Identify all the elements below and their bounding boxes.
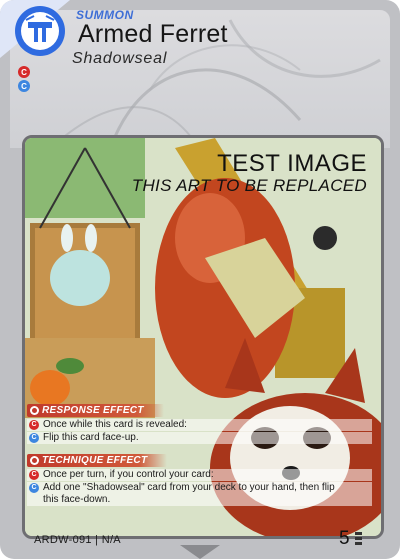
response-effect-header: RESPONSE EFFECT	[27, 404, 164, 417]
technique-effect-action: C Add one "Shadowseal" card from your de…	[27, 482, 372, 494]
card-bottom-notch	[180, 545, 220, 559]
response-effect-label: RESPONSE EFFECT	[42, 405, 144, 416]
cost-icons: C C	[18, 66, 32, 94]
action-blue-icon: C	[29, 433, 39, 443]
response-condition-text: Once while this card is revealed:	[43, 419, 187, 430]
technique-effect-condition: C Once per turn, if you control your car…	[27, 469, 372, 481]
response-effect-condition: C Once while this card is revealed:	[27, 419, 372, 431]
response-effect-action: C Flip this card face-up.	[27, 432, 372, 444]
technique-action-text: Add one "Shadowseal" card from your deck…	[43, 482, 335, 493]
technique-effect-icon	[30, 456, 39, 465]
condition-red-icon: C	[29, 420, 39, 430]
art-placeholder-subtitle: THIS ART TO BE REPLACED	[131, 176, 367, 195]
technique-effect-header: TECHNIQUE EFFECT	[27, 454, 168, 467]
technique-condition-text: Once per turn, if you control your card:	[43, 469, 214, 480]
response-effect-icon	[30, 406, 39, 415]
power-icon	[355, 532, 362, 545]
cost-blue-icon: C	[18, 80, 30, 92]
cost-red-icon: C	[18, 66, 30, 78]
game-card[interactable]: SUMMON Armed Ferret Shadowseal C C TEST …	[0, 0, 400, 559]
technique-action-continuation: this face-down.	[27, 494, 372, 506]
card-name: Armed Ferret	[78, 20, 228, 48]
technique-effect-label: TECHNIQUE EFFECT	[42, 455, 148, 466]
condition-red-icon: C	[29, 470, 39, 480]
card-power-value: 5	[339, 528, 350, 549]
card-subtype: Shadowseal	[72, 50, 168, 67]
art-placeholder-title: TEST IMAGE	[217, 150, 367, 177]
response-action-text: Flip this card face-up.	[43, 432, 139, 443]
art-placeholder-caption: TEST IMAGE THIS ART TO BE REPLACED	[132, 150, 367, 196]
card-set-code: ARDW-091 | N/A	[34, 534, 121, 546]
card-effects: RESPONSE EFFECT C Once while this card i…	[27, 400, 372, 506]
action-blue-icon: C	[29, 483, 39, 493]
